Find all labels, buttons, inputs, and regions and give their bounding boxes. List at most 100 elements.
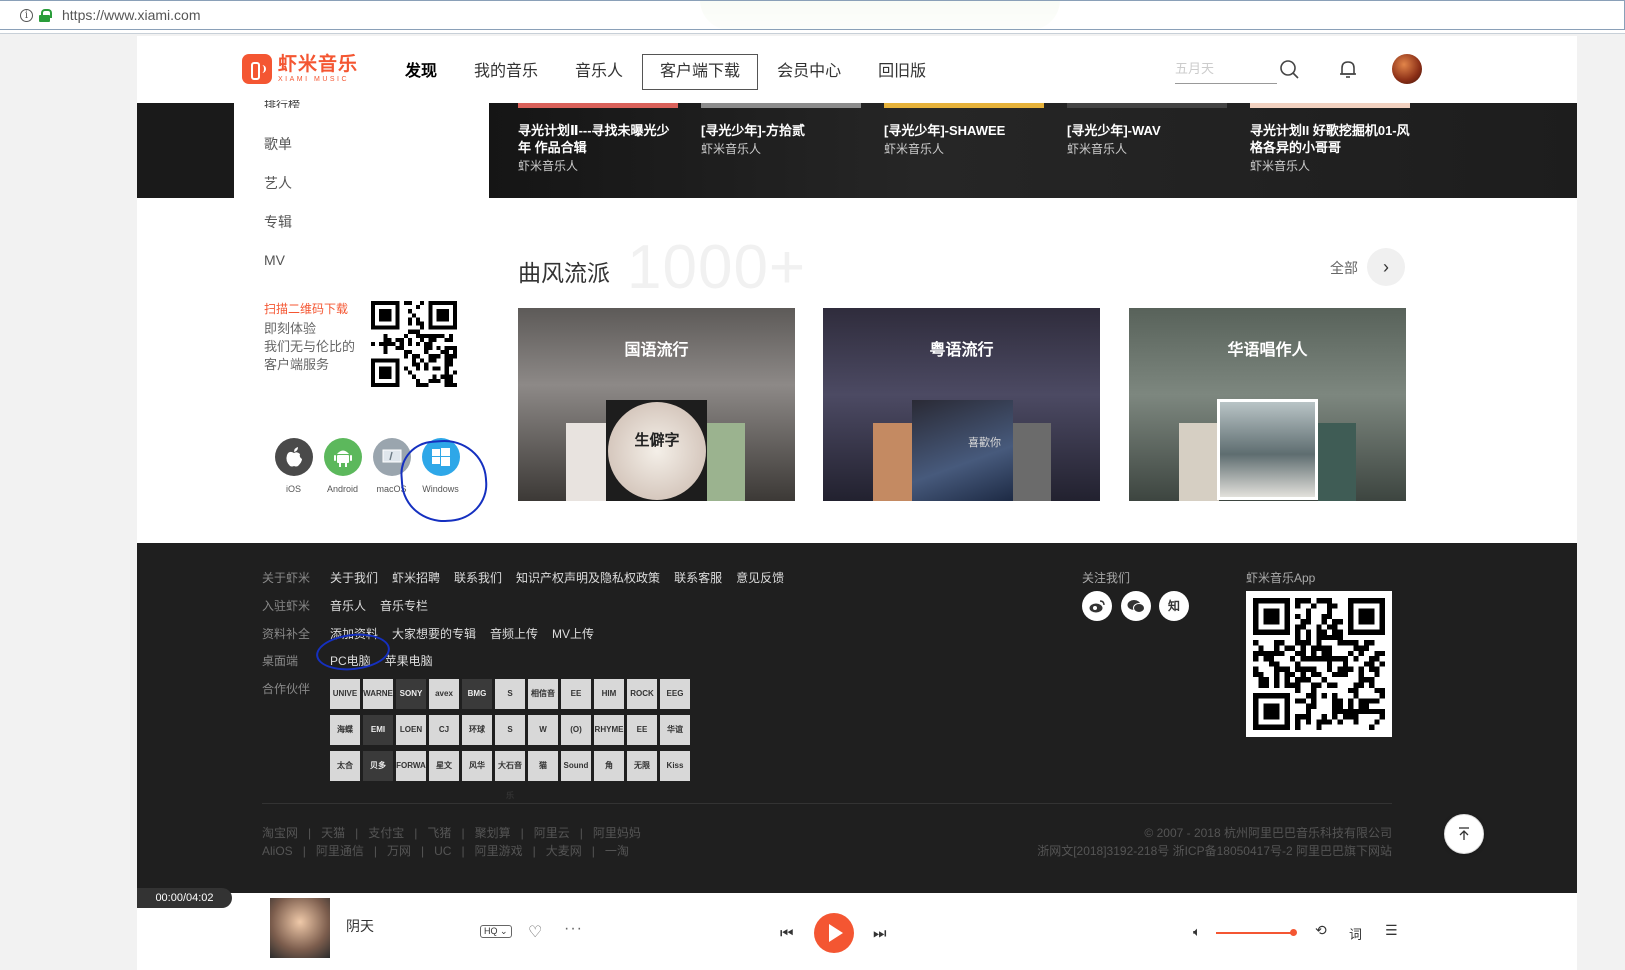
footer-link[interactable]: 音乐专栏 — [380, 597, 428, 614]
partner-logo[interactable]: CJ — [429, 715, 459, 745]
user-avatar[interactable] — [1392, 54, 1422, 84]
partner-logo[interactable]: EEG — [660, 679, 690, 709]
partner-logo[interactable]: LOEN — [396, 715, 426, 745]
carousel-item[interactable]: [寻光少年]-SHAWEE 虾米音乐人 — [884, 103, 1044, 157]
footer-bottom-link[interactable]: 阿里云 — [534, 826, 570, 840]
carousel-item[interactable]: [寻光少年]-WAV 虾米音乐人 — [1067, 103, 1227, 157]
sidebar-item-artists[interactable]: 艺人 — [264, 173, 292, 193]
url-field[interactable]: i https://www.xiami.com — [0, 0, 1625, 30]
partner-logo[interactable]: Kiss — [660, 751, 690, 781]
more-icon[interactable]: ··· — [564, 920, 583, 938]
partner-logo[interactable]: 角 — [594, 751, 624, 781]
nav-vip-center[interactable]: 会员中心 — [759, 54, 859, 90]
partner-logo[interactable]: avex — [429, 679, 459, 709]
partner-logo[interactable]: 贝多 — [363, 751, 393, 781]
partner-logo[interactable]: 太合 — [330, 751, 360, 781]
partner-logo[interactable]: 华谊 — [660, 715, 690, 745]
download-android[interactable]: Android — [318, 438, 367, 494]
nav-musicians[interactable]: 音乐人 — [557, 54, 641, 90]
next-icon[interactable]: ⏭ — [873, 925, 887, 942]
footer-bottom-link[interactable]: 阿里通信 — [316, 844, 364, 858]
partner-logo[interactable]: BMG — [462, 679, 492, 709]
partner-logo[interactable]: (O) — [561, 715, 591, 745]
info-icon[interactable]: i — [20, 8, 33, 22]
partner-logo[interactable]: 环球 — [462, 715, 492, 745]
footer-link[interactable]: 音频上传 — [490, 625, 538, 642]
sidebar-item-chart[interactable]: 排行榜 — [264, 100, 300, 108]
footer-link[interactable]: 联系我们 — [454, 569, 502, 586]
footer-link[interactable]: 音乐人 — [330, 597, 366, 614]
view-all-link[interactable]: 全部 — [1330, 258, 1358, 278]
genre-card-mandarin-pop[interactable]: 生僻字 国语流行 — [518, 308, 795, 501]
nav-client-download[interactable]: 客户端下载 — [642, 54, 759, 90]
loop-icon[interactable]: ⟲ — [1315, 922, 1327, 939]
sidebar-item-mv[interactable]: MV — [264, 252, 285, 268]
footer-bottom-link[interactable]: 天猫 — [321, 826, 345, 840]
partner-logo[interactable]: SONY — [396, 679, 426, 709]
footer-bottom-link[interactable]: 万网 — [387, 844, 411, 858]
partner-logo[interactable]: EE — [561, 679, 591, 709]
partner-logo[interactable]: 风华 — [462, 751, 492, 781]
partner-logo[interactable]: 相信音乐 — [528, 679, 558, 728]
partner-logo[interactable]: EMI — [363, 715, 393, 745]
download-ios[interactable]: iOS — [269, 438, 318, 494]
partner-logo[interactable]: Sound — [561, 751, 591, 781]
search-icon[interactable] — [1279, 59, 1299, 79]
previous-icon[interactable]: ⏮ — [780, 925, 794, 942]
footer-bottom-link[interactable]: 一淘 — [605, 844, 629, 858]
partner-logo[interactable]: 海蝶 — [330, 715, 360, 745]
partner-logo[interactable]: S — [495, 715, 525, 745]
footer-bottom-link[interactable]: 阿里游戏 — [475, 844, 523, 858]
url-text[interactable]: https://www.xiami.com — [62, 7, 200, 23]
play-button[interactable] — [814, 913, 854, 953]
partner-logo[interactable]: S — [495, 679, 525, 709]
partner-logo[interactable]: 星文 — [429, 751, 459, 781]
lyrics-button[interactable]: 词 — [1349, 924, 1362, 943]
back-to-top-button[interactable] — [1444, 814, 1484, 854]
sidebar-item-playlists[interactable]: 歌单 — [264, 134, 292, 154]
partner-logo[interactable]: RHYME — [594, 715, 624, 745]
footer-link[interactable]: MV上传 — [552, 625, 594, 642]
nav-discover[interactable]: 发现 — [387, 54, 455, 90]
partner-logo[interactable]: WARNE — [363, 679, 393, 709]
wechat-icon[interactable] — [1121, 591, 1151, 621]
carousel-item[interactable]: 寻光计划Ⅱ---寻找未曝光少年 作品合辑 虾米音乐人 — [518, 103, 678, 174]
search-input[interactable]: 五月天 — [1175, 54, 1277, 84]
volume-slider[interactable] — [1216, 929, 1297, 936]
carousel-item[interactable]: [寻光少年]-方拾贰 虾米音乐人 — [701, 103, 861, 157]
sidebar-item-albums[interactable]: 专辑 — [264, 212, 292, 232]
partner-logo[interactable]: 猫 — [528, 751, 558, 781]
footer-link[interactable]: 联系客服 — [674, 569, 722, 586]
partner-logo[interactable]: EE — [627, 715, 657, 745]
footer-bottom-link[interactable]: 支付宝 — [368, 826, 404, 840]
nav-my-music[interactable]: 我的音乐 — [456, 54, 556, 90]
footer-bottom-link[interactable]: 聚划算 — [475, 826, 511, 840]
footer-bottom-link[interactable]: UC — [434, 844, 451, 858]
partner-logo[interactable]: UNIVE — [330, 679, 360, 709]
footer-bottom-link[interactable]: 淘宝网 — [262, 826, 298, 840]
site-logo[interactable]: 虾米音乐 XIAMI MUSIC — [242, 54, 358, 84]
footer-bottom-link[interactable]: 飞猪 — [427, 826, 451, 840]
now-playing-title[interactable]: 阴天 — [346, 916, 374, 936]
partner-logo[interactable]: HIM — [594, 679, 624, 709]
chevron-right-icon[interactable]: › — [1367, 248, 1405, 286]
playlist-icon[interactable]: ☰ — [1385, 922, 1398, 939]
footer-link[interactable]: 大家想要的专辑 — [392, 625, 476, 642]
now-playing-cover[interactable] — [270, 898, 330, 958]
bell-icon[interactable] — [1337, 58, 1359, 80]
quality-selector[interactable]: HQ ⌄ — [480, 925, 512, 938]
nav-old-version[interactable]: 回旧版 — [860, 54, 944, 90]
partner-logo[interactable]: 无限 — [627, 751, 657, 781]
footer-link[interactable]: 知识产权声明及隐私权政策 — [516, 569, 660, 586]
heart-icon[interactable]: ♡ — [528, 922, 542, 942]
weibo-icon[interactable] — [1082, 591, 1112, 621]
footer-bottom-link[interactable]: 阿里妈妈 — [593, 826, 641, 840]
genre-card-chinese-songwriters[interactable]: 华语唱作人 — [1129, 308, 1406, 501]
footer-link[interactable]: 虾米招聘 — [392, 569, 440, 586]
footer-link[interactable]: 关于我们 — [330, 569, 378, 586]
partner-logo[interactable]: FORWA — [396, 751, 426, 781]
partner-logo[interactable]: 大石音乐 — [495, 751, 525, 800]
footer-bottom-link[interactable]: AliOS — [262, 844, 293, 858]
volume-icon[interactable]: 🔈︎ — [1193, 924, 1201, 940]
genre-card-cantonese-pop[interactable]: 喜歡你 粤语流行 — [823, 308, 1100, 501]
